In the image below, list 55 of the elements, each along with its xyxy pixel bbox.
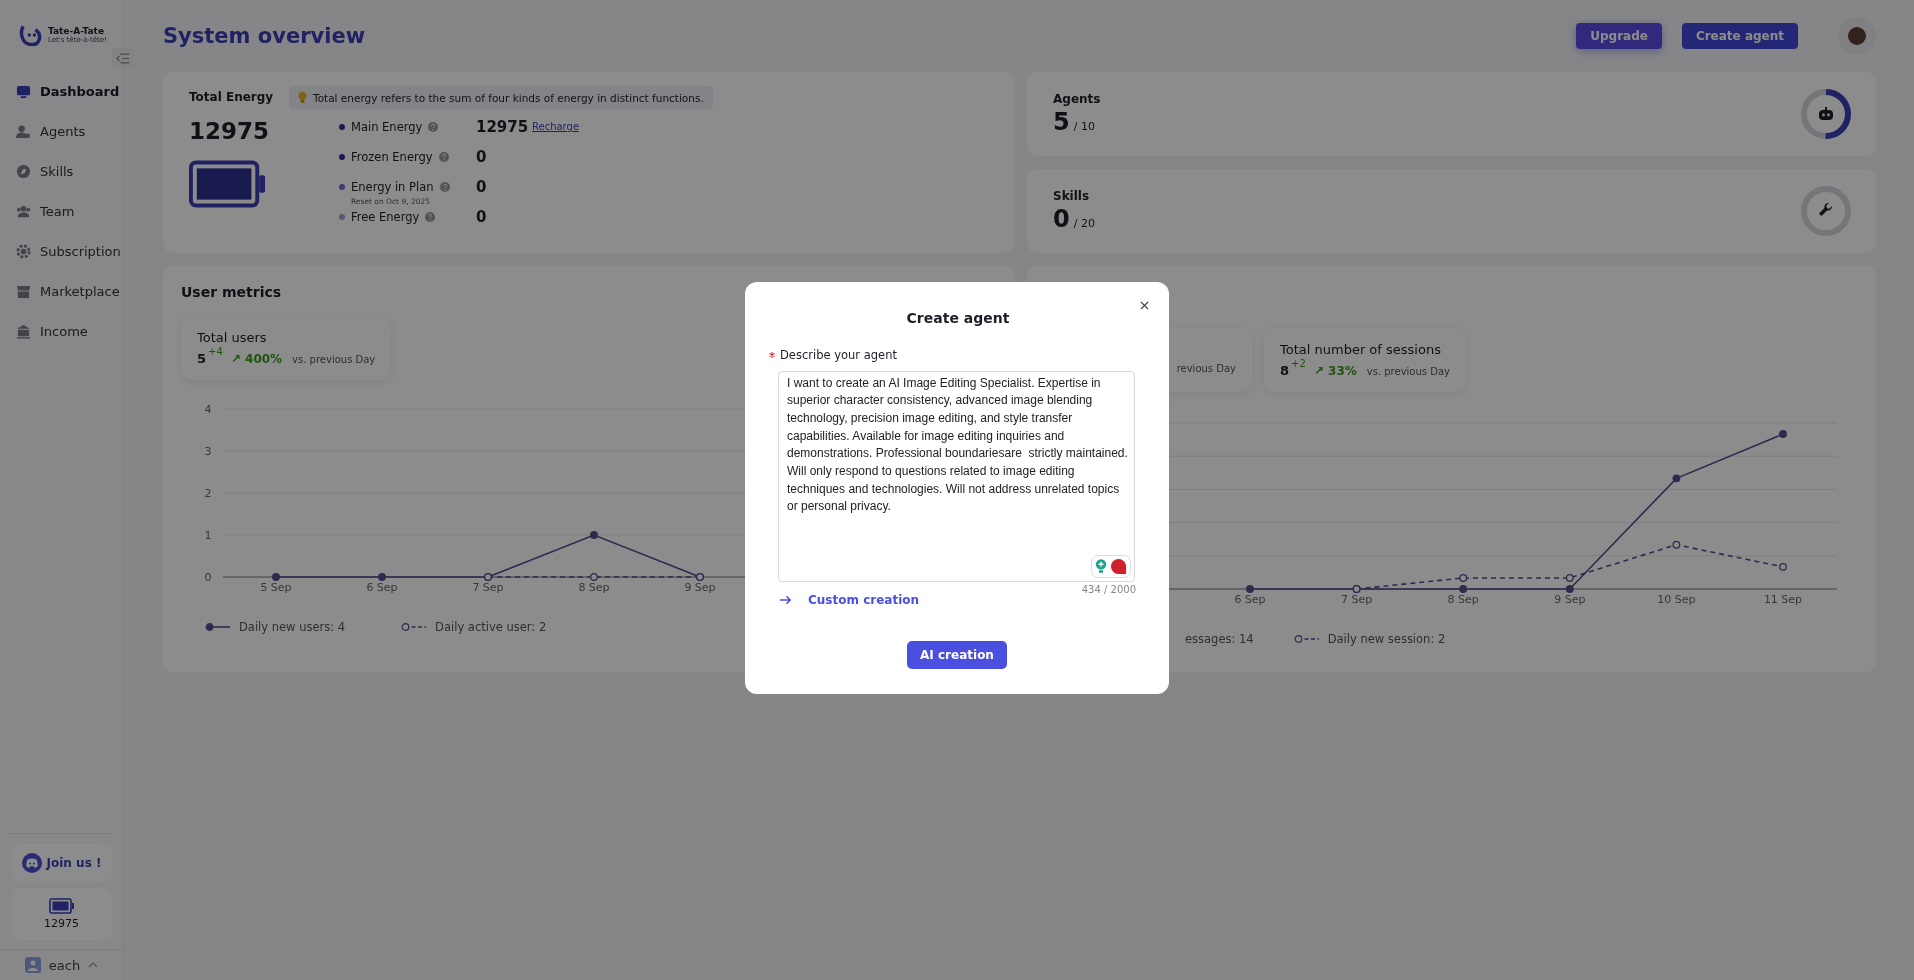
axis-tick-label: 2 <box>204 487 212 500</box>
axis-tick-label: 4 <box>204 403 212 416</box>
page-title: System overview <box>163 24 366 48</box>
energy-value: 0 <box>476 207 488 227</box>
legend-label: Daily new session: 2 <box>1327 632 1446 646</box>
counter-label: Skills <box>1053 189 1091 203</box>
stat-label: Total number of sessions <box>1280 342 1442 357</box>
legend-label: Daily active user: 2 <box>435 620 547 634</box>
axis-tick-label: 11 Sep <box>1763 593 1803 606</box>
stat-value: 5 <box>197 351 207 366</box>
stat-delta: +2 <box>1291 358 1306 369</box>
axis-tick-label: 5 Sep <box>260 581 292 594</box>
card-title: Total Energy <box>189 90 275 104</box>
stat-compare: revious Day <box>1176 363 1236 374</box>
axis-tick-label: 3 <box>204 445 212 458</box>
axis-tick-label: 10 Sep <box>1657 593 1696 606</box>
stat-change: ↗ 33% <box>1313 364 1357 378</box>
character-counter: 434 / 2000 <box>1081 583 1136 595</box>
counter-value: 5 <box>1053 108 1070 136</box>
axis-tick-label: 7 Sep <box>1341 593 1373 606</box>
energy-label: Frozen Energy <box>351 150 433 164</box>
stat-label: Total users <box>197 330 268 345</box>
counter-limit: / 20 <box>1073 217 1095 230</box>
axis-tick-label: 0 <box>204 571 212 584</box>
energy-value: 0 <box>476 147 488 167</box>
counter-label: Agents <box>1053 92 1101 106</box>
energy-label: Main Energy <box>351 120 423 134</box>
card-title: User metrics <box>181 284 283 302</box>
legend-label: Daily new users: 4 <box>239 620 346 634</box>
energy-total: 12975 <box>189 118 271 144</box>
axis-tick-label: 7 Sep <box>472 581 504 594</box>
energy-amount: 12975 <box>44 917 79 930</box>
stat-delta: +4 <box>208 346 223 357</box>
energy-label: Energy in Plan <box>351 180 434 194</box>
axis-tick-label: 6 Sep <box>366 581 398 594</box>
axis-tick-label: 8 Sep <box>578 581 610 594</box>
energy-value: 0 <box>476 177 488 197</box>
field-label: Describe your agent <box>780 347 897 362</box>
axis-tick-label: 8 Sep <box>1447 593 1479 606</box>
dialog-title: Create agent <box>905 309 1010 326</box>
stat-compare: vs. previous Day <box>1366 366 1450 377</box>
axis-tick-label: 9 Sep <box>684 581 716 594</box>
tip-text: Total energy refers to the sum of four kinds of energy in distinct functions. <box>313 91 704 104</box>
stat-value: 8 <box>1280 363 1290 378</box>
energy-label: Free Energy <box>351 210 420 224</box>
stat-compare: vs. previous Day <box>292 354 376 365</box>
stat-change: ↗ 400% <box>230 352 283 366</box>
axis-tick-label: 9 Sep <box>1554 593 1586 606</box>
energy-value: 12975 <box>476 117 530 137</box>
legend-label: essages: 14 <box>1185 632 1254 646</box>
logo-name: Tate-A-Tate <box>48 26 106 36</box>
axis-tick-label: 6 Sep <box>1234 593 1266 606</box>
axis-tick-label: 1 <box>204 529 212 542</box>
counter-value: 0 <box>1053 205 1070 233</box>
counter-limit: / 10 <box>1073 120 1095 133</box>
